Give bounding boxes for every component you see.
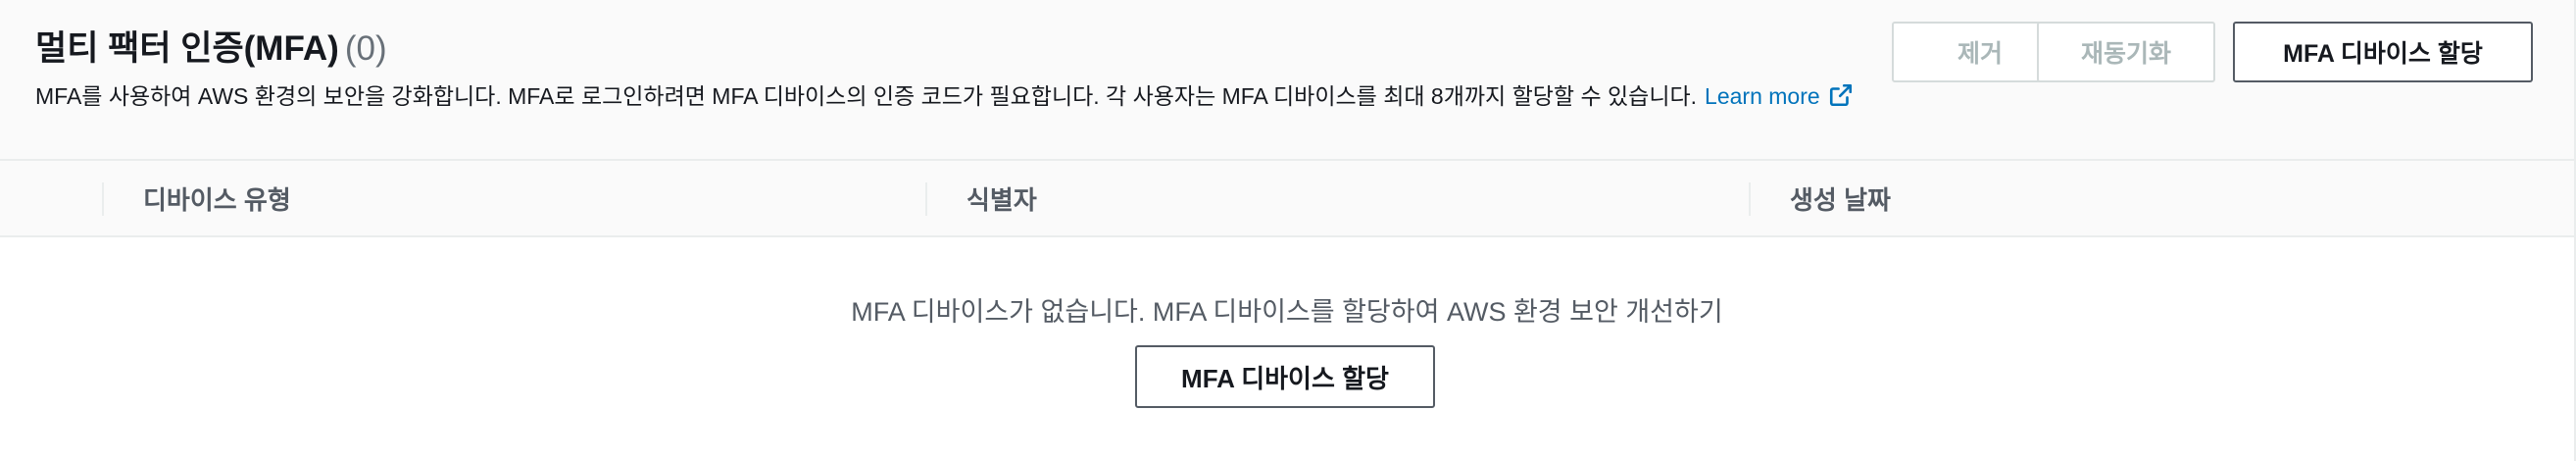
column-divider xyxy=(1749,182,1751,216)
page-title: 멀티 팩터 인증(MFA) (0) xyxy=(35,27,387,71)
device-count: (0) xyxy=(344,29,387,68)
learn-more-link[interactable]: Learn more xyxy=(1705,83,1854,109)
empty-state-message: MFA 디바이스가 없습니다. MFA 디바이스를 할당하여 AWS 환경 보안… xyxy=(851,297,1723,327)
column-header-identifier[interactable]: 식별자 xyxy=(966,161,1037,235)
assign-mfa-device-button[interactable]: MFA 디바이스 할당 xyxy=(2233,22,2533,82)
column-divider xyxy=(102,182,104,216)
column-header-device-type[interactable]: 디바이스 유형 xyxy=(143,161,291,235)
empty-state-assign-button[interactable]: MFA 디바이스 할당 xyxy=(1135,345,1435,408)
panel-description: MFA를 사용하여 AWS 환경의 보안을 강화합니다. MFA로 로그인하려면… xyxy=(35,80,1854,112)
resync-button[interactable]: 재동기화 xyxy=(2037,22,2215,82)
title-text: 멀티 팩터 인증(MFA) xyxy=(35,29,339,68)
description-text: MFA를 사용하여 AWS 환경의 보안을 강화합니다. MFA로 로그인하려면… xyxy=(35,83,1698,109)
learn-more-label: Learn more xyxy=(1705,83,1820,109)
external-link-icon xyxy=(1829,83,1852,107)
column-header-created-date[interactable]: 생성 날짜 xyxy=(1790,161,1891,235)
panel-header: 멀티 팩터 인증(MFA) (0) MFA를 사용하여 AWS 환경의 보안을 강… xyxy=(0,0,2574,161)
table-header: 디바이스 유형 식별자 생성 날짜 xyxy=(0,161,2574,237)
mfa-panel: 멀티 팩터 인증(MFA) (0) MFA를 사용하여 AWS 환경의 보안을 강… xyxy=(0,0,2576,461)
column-divider xyxy=(925,182,927,216)
